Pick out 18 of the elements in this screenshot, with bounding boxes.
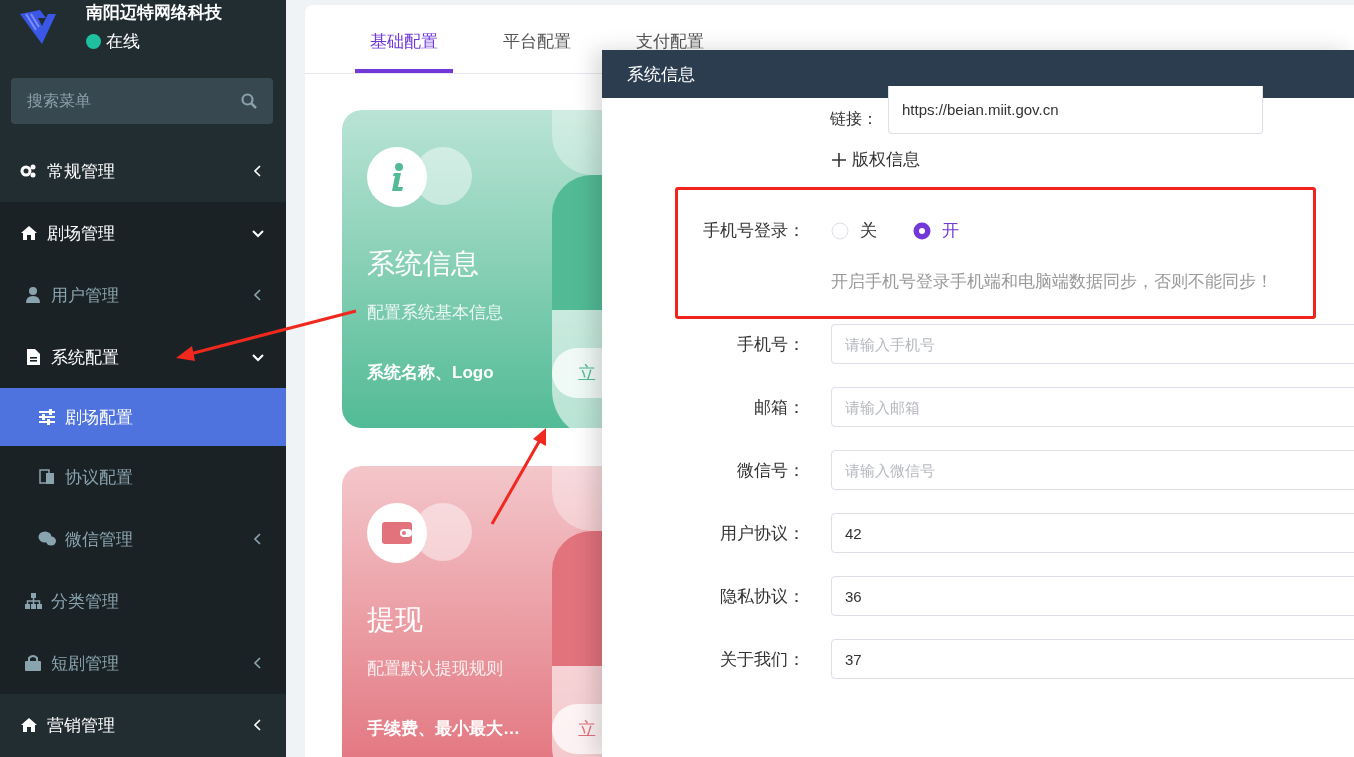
card-detail: 手续费、最小最大…: [367, 718, 520, 740]
card-subtitle: 配置系统基本信息: [367, 302, 503, 324]
field-label: 隐私协议：: [719, 585, 805, 608]
field-label: 手机号登录：: [702, 220, 805, 242]
brand-name: 南阳迈特网络科技: [86, 2, 222, 24]
card-detail: 系统名称、Logo: [367, 362, 494, 384]
field-label: 手机号：: [736, 333, 805, 356]
field-label: 链接：: [830, 108, 878, 129]
field-label: 用户协议：: [719, 522, 805, 545]
card-title: 提现: [367, 603, 423, 637]
field-label: 关于我们：: [719, 648, 805, 671]
field-label: 邮箱：: [753, 396, 805, 419]
field-label: 微信号：: [736, 459, 805, 482]
card-title: 系统信息: [367, 247, 479, 281]
hint-text: 开启手机号登录手机端和电脑端数据同步，否则不能同步！: [831, 271, 1274, 293]
card-subtitle: 配置默认提现规则: [367, 658, 503, 680]
status-label: 在线: [106, 31, 140, 53]
drawer-title: 系统信息: [627, 63, 695, 86]
